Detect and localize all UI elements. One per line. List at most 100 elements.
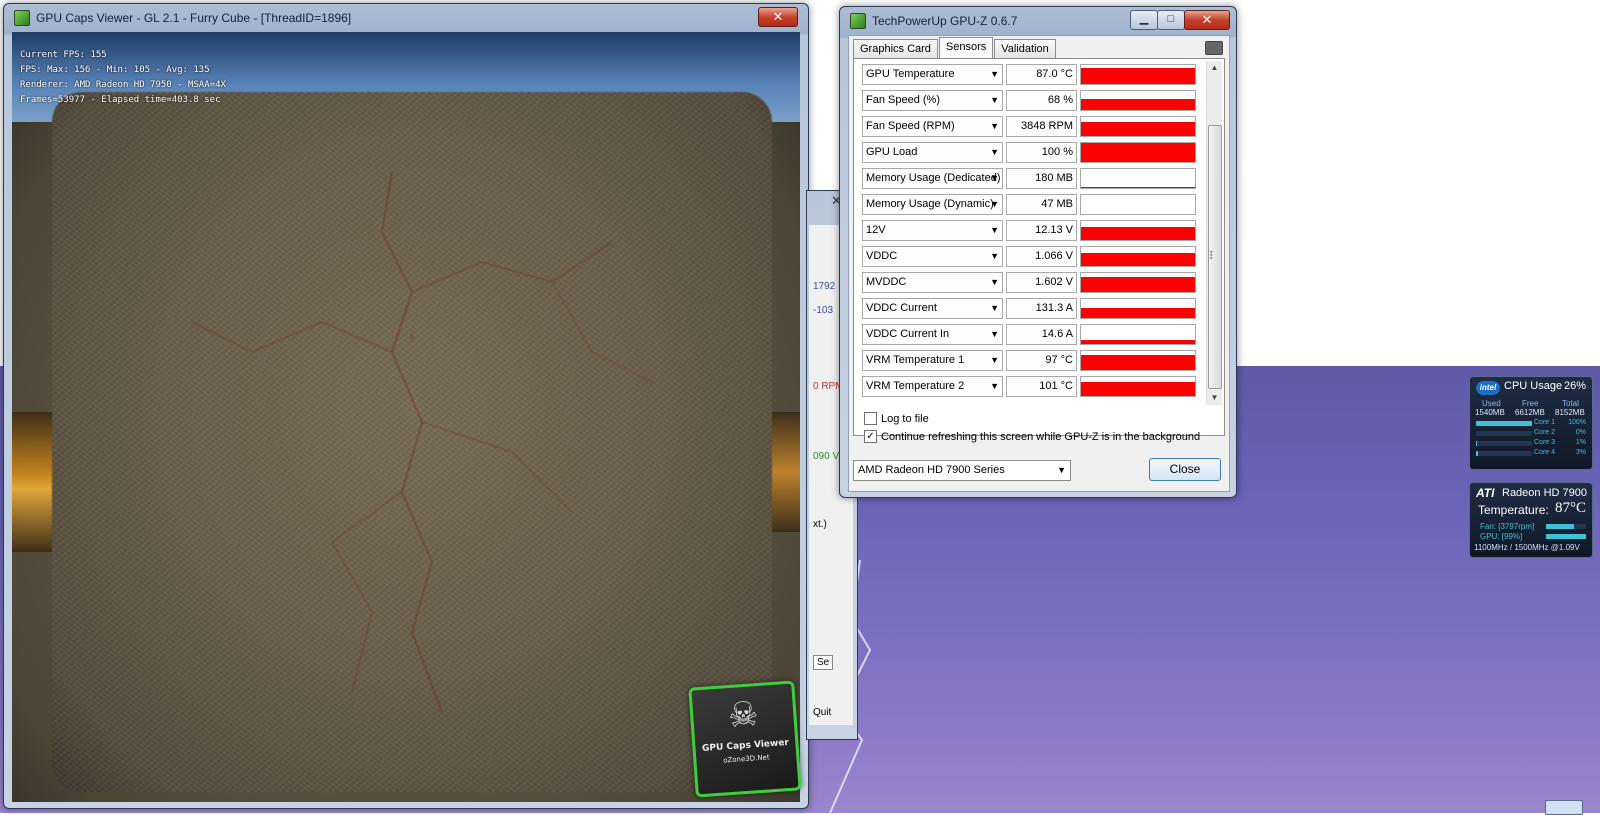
logo-site: oZone3D.Net bbox=[722, 753, 770, 765]
mem-header-free: Free bbox=[1522, 399, 1539, 408]
sensor-value: 131.3 A bbox=[1006, 298, 1077, 319]
sensor-graph bbox=[1080, 272, 1196, 293]
scroll-up-icon[interactable]: ▲ bbox=[1207, 61, 1222, 75]
sensor-name-dropdown[interactable]: VDDC Current In ▼ bbox=[862, 324, 1003, 345]
chevron-down-icon: ▼ bbox=[990, 329, 999, 339]
sensor-graph bbox=[1080, 376, 1196, 397]
gpu-temp-value: 87°C bbox=[1554, 500, 1586, 516]
blank-desktop-area bbox=[1247, 0, 1600, 366]
log-to-file-checkbox[interactable]: Log to file bbox=[864, 412, 929, 425]
cpu-usage-percent: 26% bbox=[1563, 380, 1586, 392]
cpu-core-bar bbox=[1476, 421, 1532, 426]
mem-header-used: Used bbox=[1482, 399, 1501, 408]
gpu-fan-text: Fan: [3797rpm] bbox=[1480, 522, 1535, 531]
gpu-gadget-title: Radeon HD 7900 bbox=[1502, 487, 1588, 499]
sensor-value: 97 °C bbox=[1006, 350, 1077, 371]
sensor-row: Fan Speed (%) ▼ 68 % bbox=[858, 87, 1198, 113]
gpuz-app-icon bbox=[850, 13, 866, 29]
bg-select[interactable]: Se bbox=[813, 655, 834, 670]
cpu-core-row: Core 2 0% bbox=[1476, 429, 1586, 438]
sensor-graph bbox=[1080, 246, 1196, 267]
close-button[interactable]: Close bbox=[1149, 458, 1221, 481]
log-to-file-box[interactable] bbox=[864, 412, 877, 425]
cpu-core-label: Core 4 bbox=[1534, 449, 1556, 456]
bg-quit-button[interactable]: Quit bbox=[813, 707, 831, 718]
sensor-value: 12.13 V bbox=[1006, 220, 1077, 241]
tab-sensors[interactable]: Sensors bbox=[938, 37, 994, 58]
sensor-name-dropdown[interactable]: VDDC ▼ bbox=[862, 246, 1003, 267]
scroll-down-icon[interactable]: ▼ bbox=[1207, 391, 1222, 405]
sensor-value: 3848 RPM bbox=[1006, 116, 1077, 137]
sensor-row: VRM Temperature 1 ▼ 97 °C bbox=[858, 347, 1198, 373]
cpu-usage-gadget[interactable]: intel CPU Usage 26% Used Free Total 1540… bbox=[1469, 376, 1593, 470]
sensor-name-dropdown[interactable]: VRM Temperature 2 ▼ bbox=[862, 376, 1003, 397]
sensor-name: GPU Load bbox=[866, 146, 918, 158]
chevron-down-icon: ▼ bbox=[990, 199, 999, 209]
sensor-value: 1.602 V bbox=[1006, 272, 1077, 293]
sensor-name: VRM Temperature 2 bbox=[866, 380, 965, 392]
sensor-graph bbox=[1080, 220, 1196, 241]
hud-current-fps: Current FPS: 155 bbox=[20, 50, 107, 60]
sensor-name: MVDDC bbox=[866, 276, 907, 288]
tab-graphics-card[interactable]: Graphics Card bbox=[853, 39, 938, 58]
sensor-graph bbox=[1080, 194, 1196, 215]
sensor-value: 101 °C bbox=[1006, 376, 1077, 397]
sensor-scrollbar[interactable]: ▲ ▪ ▪ ▪ ▼ bbox=[1206, 61, 1222, 405]
sensor-graph-fill bbox=[1081, 381, 1195, 396]
sensor-name-dropdown[interactable]: 12V ▼ bbox=[862, 220, 1003, 241]
cpu-core-value: 3% bbox=[1575, 449, 1586, 456]
gpuz-tabs: Graphics Card Sensors Validation bbox=[853, 37, 1057, 59]
continue-refresh-box[interactable]: ✓ bbox=[864, 430, 877, 443]
gpu-select-value: AMD Radeon HD 7900 Series bbox=[858, 464, 1005, 476]
sensor-row: GPU Temperature ▼ 87.0 °C bbox=[858, 61, 1198, 87]
sensor-name: Fan Speed (RPM) bbox=[866, 120, 955, 132]
sensor-graph-fill bbox=[1081, 98, 1195, 110]
sensor-graph-fill bbox=[1081, 340, 1195, 344]
sensor-graph-fill bbox=[1081, 354, 1195, 370]
sensor-name-dropdown[interactable]: VRM Temperature 1 ▼ bbox=[862, 350, 1003, 371]
sensor-name-dropdown[interactable]: GPU Load ▼ bbox=[862, 142, 1003, 163]
continue-refresh-checkbox[interactable]: ✓ Continue refreshing this screen while … bbox=[864, 430, 1200, 443]
gcv-title: GPU Caps Viewer - GL 2.1 - Furry Cube - … bbox=[36, 11, 352, 25]
cpu-core-bar bbox=[1476, 451, 1532, 456]
sensor-value: 180 MB bbox=[1006, 168, 1077, 189]
sensor-graph bbox=[1080, 142, 1196, 163]
sensor-name-dropdown[interactable]: GPU Temperature ▼ bbox=[862, 64, 1003, 85]
sensor-name: VRM Temperature 1 bbox=[866, 354, 965, 366]
gpu-load-bar bbox=[1546, 534, 1586, 539]
maximize-button[interactable]: □ bbox=[1157, 10, 1185, 30]
sensor-graph-fill bbox=[1081, 121, 1195, 136]
sensor-name-dropdown[interactable]: MVDDC ▼ bbox=[862, 272, 1003, 293]
intel-logo: intel bbox=[1476, 381, 1500, 395]
minimize-button[interactable]: ▁ bbox=[1130, 10, 1158, 30]
tab-validation[interactable]: Validation bbox=[994, 39, 1056, 58]
mem-used: 1540MB bbox=[1475, 408, 1505, 417]
camera-icon[interactable] bbox=[1205, 41, 1223, 55]
bg-text-5: xt.) bbox=[813, 519, 827, 530]
sensor-graph-fill bbox=[1081, 187, 1195, 188]
gcv-titlebar[interactable]: GPU Caps Viewer - GL 2.1 - Furry Cube - … bbox=[4, 4, 808, 32]
chevron-down-icon: ▼ bbox=[990, 69, 999, 79]
bg-text-2: -103 bbox=[813, 305, 834, 316]
sensor-name-dropdown[interactable]: Memory Usage (Dedicated) ▼ bbox=[862, 168, 1003, 189]
chevron-down-icon: ▼ bbox=[990, 303, 999, 313]
gcv-close-button[interactable]: ✕ bbox=[758, 7, 798, 27]
sensor-graph bbox=[1080, 298, 1196, 319]
gpu-fan-bar-fill bbox=[1546, 524, 1574, 529]
sensors-panel: GPU Temperature ▼ 87.0 °C Fan Speed (%) ▼ 68 … bbox=[853, 58, 1225, 443]
sensor-name-dropdown[interactable]: Fan Speed (RPM) ▼ bbox=[862, 116, 1003, 137]
gpu-caps-viewer-window: GPU Caps Viewer - GL 2.1 - Furry Cube - … bbox=[3, 3, 809, 809]
gpu-gadget[interactable]: ATI Radeon HD 7900 Temperature: 87°C Fan… bbox=[1469, 482, 1593, 558]
sensor-name: Memory Usage (Dynamic) bbox=[866, 198, 994, 210]
sensor-graph bbox=[1080, 64, 1196, 85]
sensor-name-dropdown[interactable]: Fan Speed (%) ▼ bbox=[862, 90, 1003, 111]
mem-free: 6612MB bbox=[1515, 408, 1545, 417]
hud-renderer: Renderer: AMD Radeon HD 7950 - MSAA=4X bbox=[20, 80, 226, 90]
sensor-name-dropdown[interactable]: Memory Usage (Dynamic) ▼ bbox=[862, 194, 1003, 215]
sensor-graph-fill bbox=[1081, 67, 1195, 84]
gpu-temp-label: Temperature: bbox=[1478, 503, 1549, 517]
gpu-select[interactable]: AMD Radeon HD 7900 Series ▼ bbox=[853, 460, 1071, 481]
sensor-name-dropdown[interactable]: VDDC Current ▼ bbox=[862, 298, 1003, 319]
gpuz-close-title-button[interactable]: ✕ bbox=[1184, 10, 1230, 30]
cpu-core-label: Core 3 bbox=[1534, 439, 1556, 446]
